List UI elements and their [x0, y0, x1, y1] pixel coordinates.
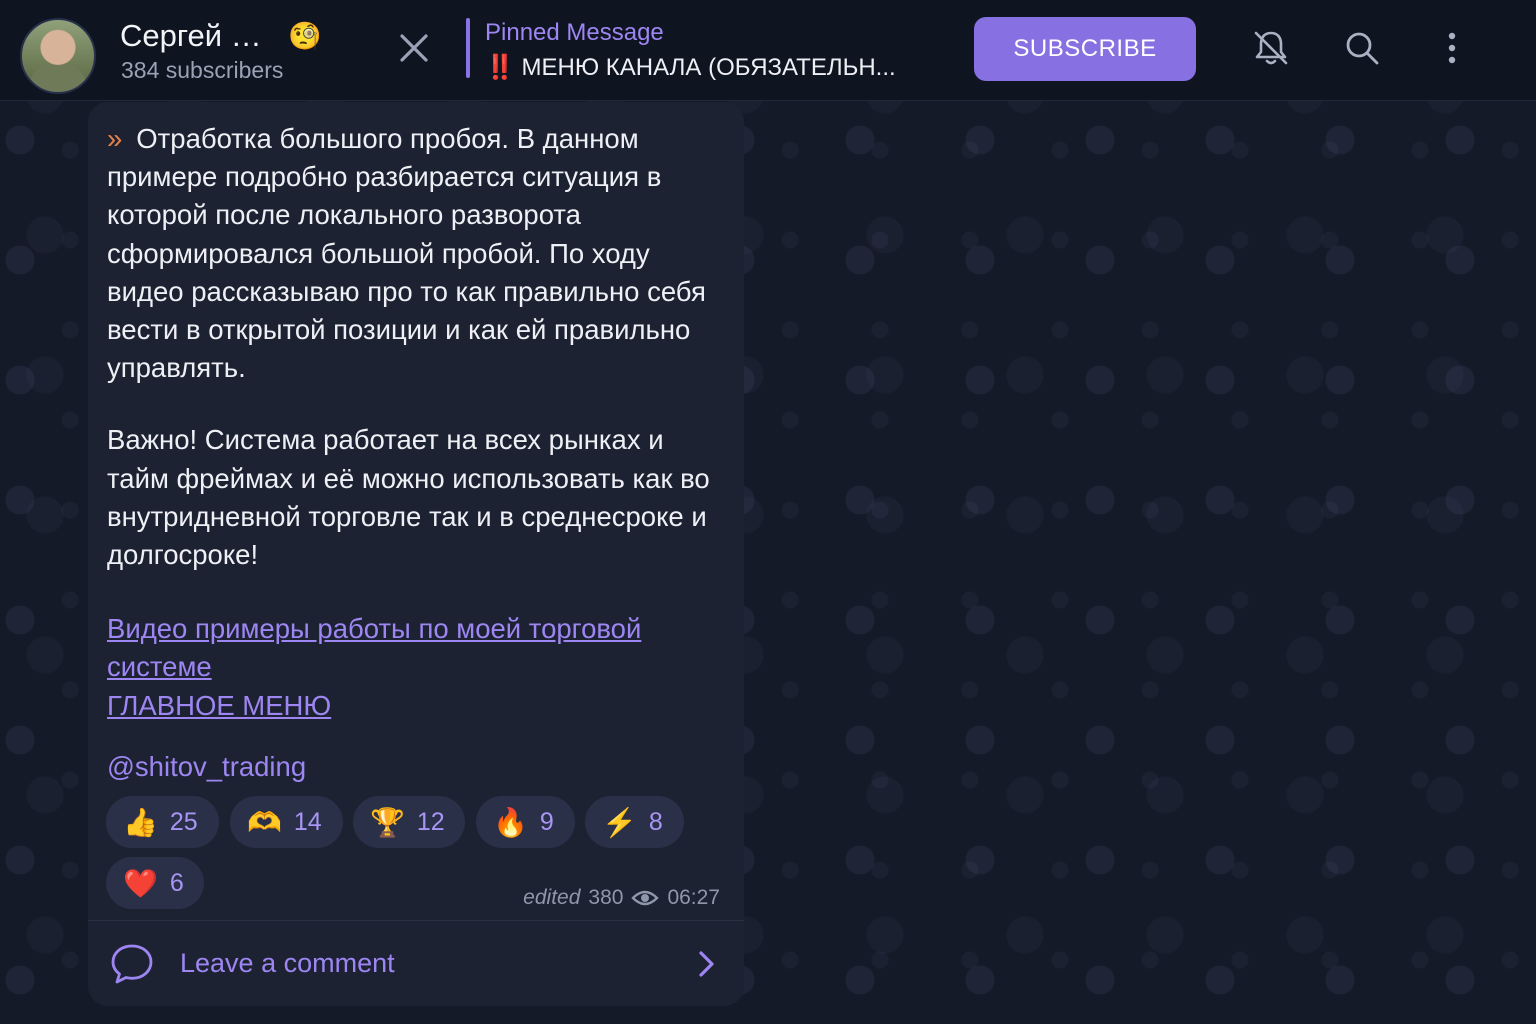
- channel-handle-link[interactable]: @shitov_trading: [107, 751, 306, 782]
- divider: [88, 920, 744, 921]
- chat-header: Сергей … 🧐 384 subscribers Pinned Messag…: [0, 0, 1536, 101]
- chevron-right-icon: [699, 951, 714, 977]
- message-paragraph: Важно! Система работает на всех рынках и…: [107, 421, 727, 574]
- search-icon[interactable]: [1342, 28, 1382, 68]
- reaction-chip[interactable]: ⚡ 8: [585, 796, 684, 848]
- leave-comment-button[interactable]: Leave a comment: [88, 922, 744, 1006]
- message-body: » Отработка большого пробоя. В данном при…: [107, 120, 727, 786]
- handle-line: @shitov_trading: [107, 748, 727, 786]
- bell-off-icon[interactable]: [1251, 28, 1291, 68]
- avatar[interactable]: [20, 18, 96, 94]
- edited-label: edited: [523, 886, 581, 909]
- thumbs-up-icon: 👍: [123, 806, 158, 838]
- name-emoji: 🧐: [288, 21, 322, 51]
- trophy-icon: 🏆: [370, 806, 405, 838]
- heart-icon: ❤️: [123, 867, 158, 899]
- paragraph-text: Важно! Система работает на всех рынках и…: [107, 424, 710, 571]
- channel-name[interactable]: Сергей …: [120, 18, 262, 54]
- reaction-count: 9: [539, 807, 554, 836]
- main-menu-link[interactable]: ГЛАВНОЕ МЕНЮ: [107, 690, 331, 721]
- reaction-count: 8: [648, 807, 663, 836]
- fire-icon: 🔥: [493, 806, 528, 838]
- message-card: » Отработка большого пробоя. В данном при…: [88, 102, 744, 1006]
- reaction-count: 6: [169, 868, 184, 897]
- comment-label: Leave a comment: [180, 948, 395, 978]
- message-paragraph: » Отработка большого пробоя. В данном при…: [107, 120, 727, 387]
- pinned-indicator-bar: [466, 18, 470, 78]
- lightning-icon: ⚡: [602, 806, 637, 838]
- reaction-chip[interactable]: 🫶 14: [230, 796, 343, 848]
- eye-icon: [631, 890, 660, 906]
- close-icon[interactable]: [392, 26, 436, 70]
- heart-hands-icon: 🫶: [247, 806, 282, 838]
- subscribe-button[interactable]: SUBSCRIBE: [974, 17, 1196, 81]
- reaction-chip[interactable]: 👍 25: [106, 796, 219, 848]
- quote-mark: »: [107, 123, 123, 154]
- reaction-chip[interactable]: 🏆 12: [353, 796, 465, 848]
- pinned-text[interactable]: ‼️ МЕНЮ КАНАЛА (ОБЯЗАТЕЛЬН...: [485, 53, 896, 82]
- more-vertical-icon[interactable]: [1432, 28, 1472, 68]
- reaction-chip[interactable]: 🔥 9: [476, 796, 575, 848]
- paragraph-text: Отработка большого пробоя. В данном прим…: [107, 123, 706, 384]
- reaction-chip[interactable]: ❤️ 6: [106, 857, 204, 909]
- subscriber-count: 384 subscribers: [121, 57, 284, 83]
- comment-bubble-icon: [111, 944, 153, 984]
- view-count: 380: [588, 886, 624, 909]
- reaction-count: 25: [169, 807, 198, 836]
- reaction-count: 12: [416, 807, 445, 836]
- reaction-count: 14: [293, 807, 322, 836]
- video-examples-link[interactable]: Видео примеры работы по моей торговой си…: [107, 613, 641, 682]
- message-meta: edited 380 06:27: [523, 886, 720, 910]
- pinned-title[interactable]: Pinned Message: [485, 19, 664, 47]
- link-block: Видео примеры работы по моей торговой си…: [107, 610, 727, 725]
- message-time: 06:27: [667, 886, 720, 909]
